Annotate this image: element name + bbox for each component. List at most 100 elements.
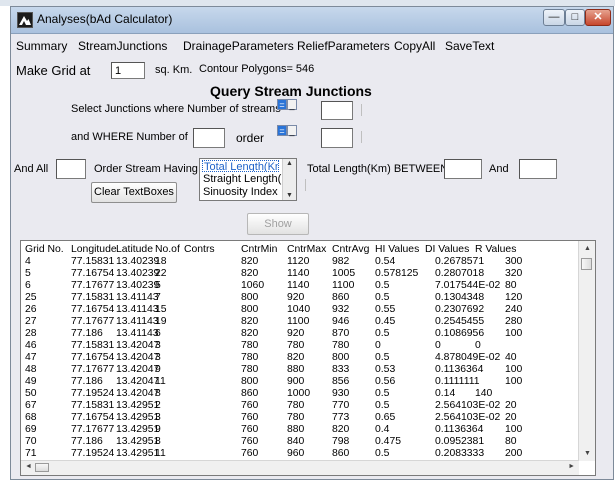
table-row[interactable]: 71 77.19524 13.42951 11 760 960 860 0.5 0.208333…	[25, 448, 579, 460]
grid-size-input[interactable]: 1	[111, 62, 145, 79]
table-cell: 77.19524	[71, 448, 115, 459]
scroll-right-arrow-icon[interactable]: ►	[568, 463, 575, 470]
menu-relief-parameters[interactable]: ReliefParameters	[297, 39, 390, 53]
table-cell: 800	[241, 292, 259, 303]
table-row[interactable]: 4 77.15831 13.40239 18 820 1120 982 0.54 0.26785…	[25, 256, 579, 268]
table-cell: 100	[505, 424, 523, 435]
table-cell: 3	[155, 412, 161, 423]
table-row[interactable]: 5 77.16754 13.40239 22 820 1140 1005 0.578125 0.…	[25, 268, 579, 280]
table-cell: 77.186	[71, 328, 103, 339]
table-row[interactable]: 69 77.17677 13.42951 9 760 880 820 0.4 0.1136364…	[25, 424, 579, 436]
table-cell: 0.2807018	[435, 268, 485, 279]
table-row[interactable]: 28 77.186 13.41143 6 820 920 870 0.5 0.1086956 10…	[25, 328, 579, 340]
listbox-option-total-length[interactable]: Total Length(Km)	[202, 160, 279, 172]
menu-copy-all[interactable]: CopyAll	[394, 39, 435, 53]
scroll-down-arrow-icon[interactable]: ▼	[286, 192, 293, 199]
scroll-up-arrow-icon[interactable]: ▲	[286, 160, 293, 167]
horizontal-scroll-thumb[interactable]	[35, 463, 49, 472]
table-row[interactable]: 50 77.19524 13.42047 8 860 1000 930 0.5 0.14 140	[25, 388, 579, 400]
close-button[interactable]: ✕	[585, 9, 611, 26]
listbox-scrollbar[interactable]: ▲ ▼	[282, 159, 296, 200]
menu-drainage-parameters[interactable]: DrainageParameters	[183, 39, 294, 53]
table-row[interactable]: 49 77.186 13.42047 11 800 900 856 0.56 0.1111111…	[25, 376, 579, 388]
spin-up-icon[interactable]: =	[277, 99, 287, 110]
table-row[interactable]: 6 77.17677 13.40239 5 1060 1140 1100 0.5 7.01754…	[25, 280, 579, 292]
scroll-down-arrow-icon[interactable]: ▼	[584, 450, 591, 457]
minimize-button[interactable]: —	[543, 9, 565, 26]
table-cell: 20	[505, 412, 517, 423]
column-header: Grid No.	[25, 244, 64, 255]
table-cell: 15	[155, 304, 167, 315]
table-cell: 5	[25, 268, 31, 279]
and-where-label: and WHERE Number of	[71, 131, 188, 143]
divider	[361, 131, 364, 143]
maximize-button[interactable]: □	[565, 9, 585, 26]
menu-summary[interactable]: Summary	[16, 39, 67, 53]
menu-save-text[interactable]: SaveText	[445, 39, 494, 53]
table-cell: 920	[287, 328, 305, 339]
order-spin[interactable]: = _	[277, 125, 297, 136]
column-header: Contrs	[184, 244, 215, 255]
table-vertical-scrollbar[interactable]: ▲ ▼	[578, 241, 595, 461]
table-cell: 0.5	[375, 448, 390, 459]
clear-textboxes-button[interactable]: Clear TextBoxes	[91, 182, 177, 203]
table-cell: 70	[25, 436, 37, 447]
table-cell: 77.15831	[71, 400, 115, 411]
order-input[interactable]	[321, 128, 353, 148]
table-cell: 760	[241, 436, 259, 447]
spin-down-icon[interactable]: _	[287, 125, 297, 136]
table-row[interactable]: 70 77.186 13.42951 8 760 840 798 0.475 0.0952381…	[25, 436, 579, 448]
table-cell: 770	[332, 400, 350, 411]
table-cell: 1100	[287, 316, 310, 327]
table-cell: 100	[505, 364, 523, 375]
listbox-option-sinuosity-index[interactable]: Sinuosity Index	[202, 186, 278, 198]
table-row[interactable]: 68 77.16754 13.42951 3 760 780 773 0.65 2.564103…	[25, 412, 579, 424]
table-cell: 13.42951	[116, 448, 160, 459]
table-cell: 4	[25, 256, 31, 267]
between-to-input[interactable]	[519, 159, 557, 179]
table-row[interactable]: 25 77.15831 13.41143 7 800 920 860 0.5 0.1304348…	[25, 292, 579, 304]
table-cell: 1000	[287, 388, 311, 399]
menu-stream-junctions[interactable]: StreamJunctions	[78, 39, 167, 53]
results-table[interactable]: Grid No. Longitude Latitude No.of Contrs…	[20, 240, 596, 476]
table-cell: 4.878049E-02	[435, 352, 501, 363]
scroll-up-arrow-icon[interactable]: ▲	[584, 245, 591, 252]
table-row[interactable]: 26 77.16754 13.41143 15 800 1040 932 0.55 0.2307…	[25, 304, 579, 316]
order-label: order	[236, 131, 265, 145]
select-junctions-label: Select Junctions where Number of streams	[71, 103, 281, 115]
streams-spin[interactable]: = _	[277, 99, 297, 110]
and-where-input[interactable]	[193, 128, 225, 148]
table-cell: 840	[287, 436, 305, 447]
table-cell: 0.2678571	[435, 256, 485, 267]
table-cell: 0.5	[375, 400, 390, 411]
show-button[interactable]: Show	[247, 213, 309, 235]
table-cell: 40	[505, 352, 517, 363]
table-row[interactable]: 48 77.17677 13.42047 9 780 880 833 0.53 0.113636…	[25, 364, 579, 376]
mountain-app-icon	[17, 12, 33, 28]
streams-count-input[interactable]	[321, 101, 353, 120]
table-cell: 69	[25, 424, 37, 435]
length-type-listbox[interactable]: Total Length(Km) Straight Length(Km) Sin…	[199, 158, 297, 201]
table-row[interactable]: 46 77.15831 13.42047 3 780 780 780 0 0 0	[25, 340, 579, 352]
title-bar[interactable]: Analyses(bAd Calculator) — □ ✕	[11, 7, 613, 34]
table-cell: 0.56	[375, 376, 396, 387]
spin-down-icon[interactable]: _	[287, 99, 297, 110]
table-cell: 0.5	[375, 388, 390, 399]
vertical-scroll-thumb[interactable]	[581, 258, 592, 270]
table-row[interactable]: 67 77.15831 13.42951 2 760 780 770 0.5 2.564103E…	[25, 400, 579, 412]
table-cell: 5	[155, 280, 161, 291]
table-cell: 0.2083333	[435, 448, 485, 459]
table-cell: 27	[25, 316, 37, 327]
table-cell: 773	[332, 412, 350, 423]
and-all-input[interactable]	[56, 159, 86, 179]
column-header: CntrMin	[241, 244, 278, 255]
table-cell: 0.5	[375, 280, 390, 291]
table-row[interactable]: 47 77.16754 13.42047 3 780 820 800 0.5 4.878049E…	[25, 352, 579, 364]
spin-up-icon[interactable]: =	[277, 125, 287, 136]
table-horizontal-scrollbar[interactable]: ◄ ►	[21, 460, 579, 475]
table-cell: 77.15831	[71, 340, 115, 351]
between-from-input[interactable]	[444, 159, 482, 179]
table-row[interactable]: 27 77.17677 13.41143 19 820 1100 946 0.45 0.2545…	[25, 316, 579, 328]
table-cell: 28	[25, 328, 37, 339]
scroll-left-arrow-icon[interactable]: ◄	[25, 463, 32, 470]
